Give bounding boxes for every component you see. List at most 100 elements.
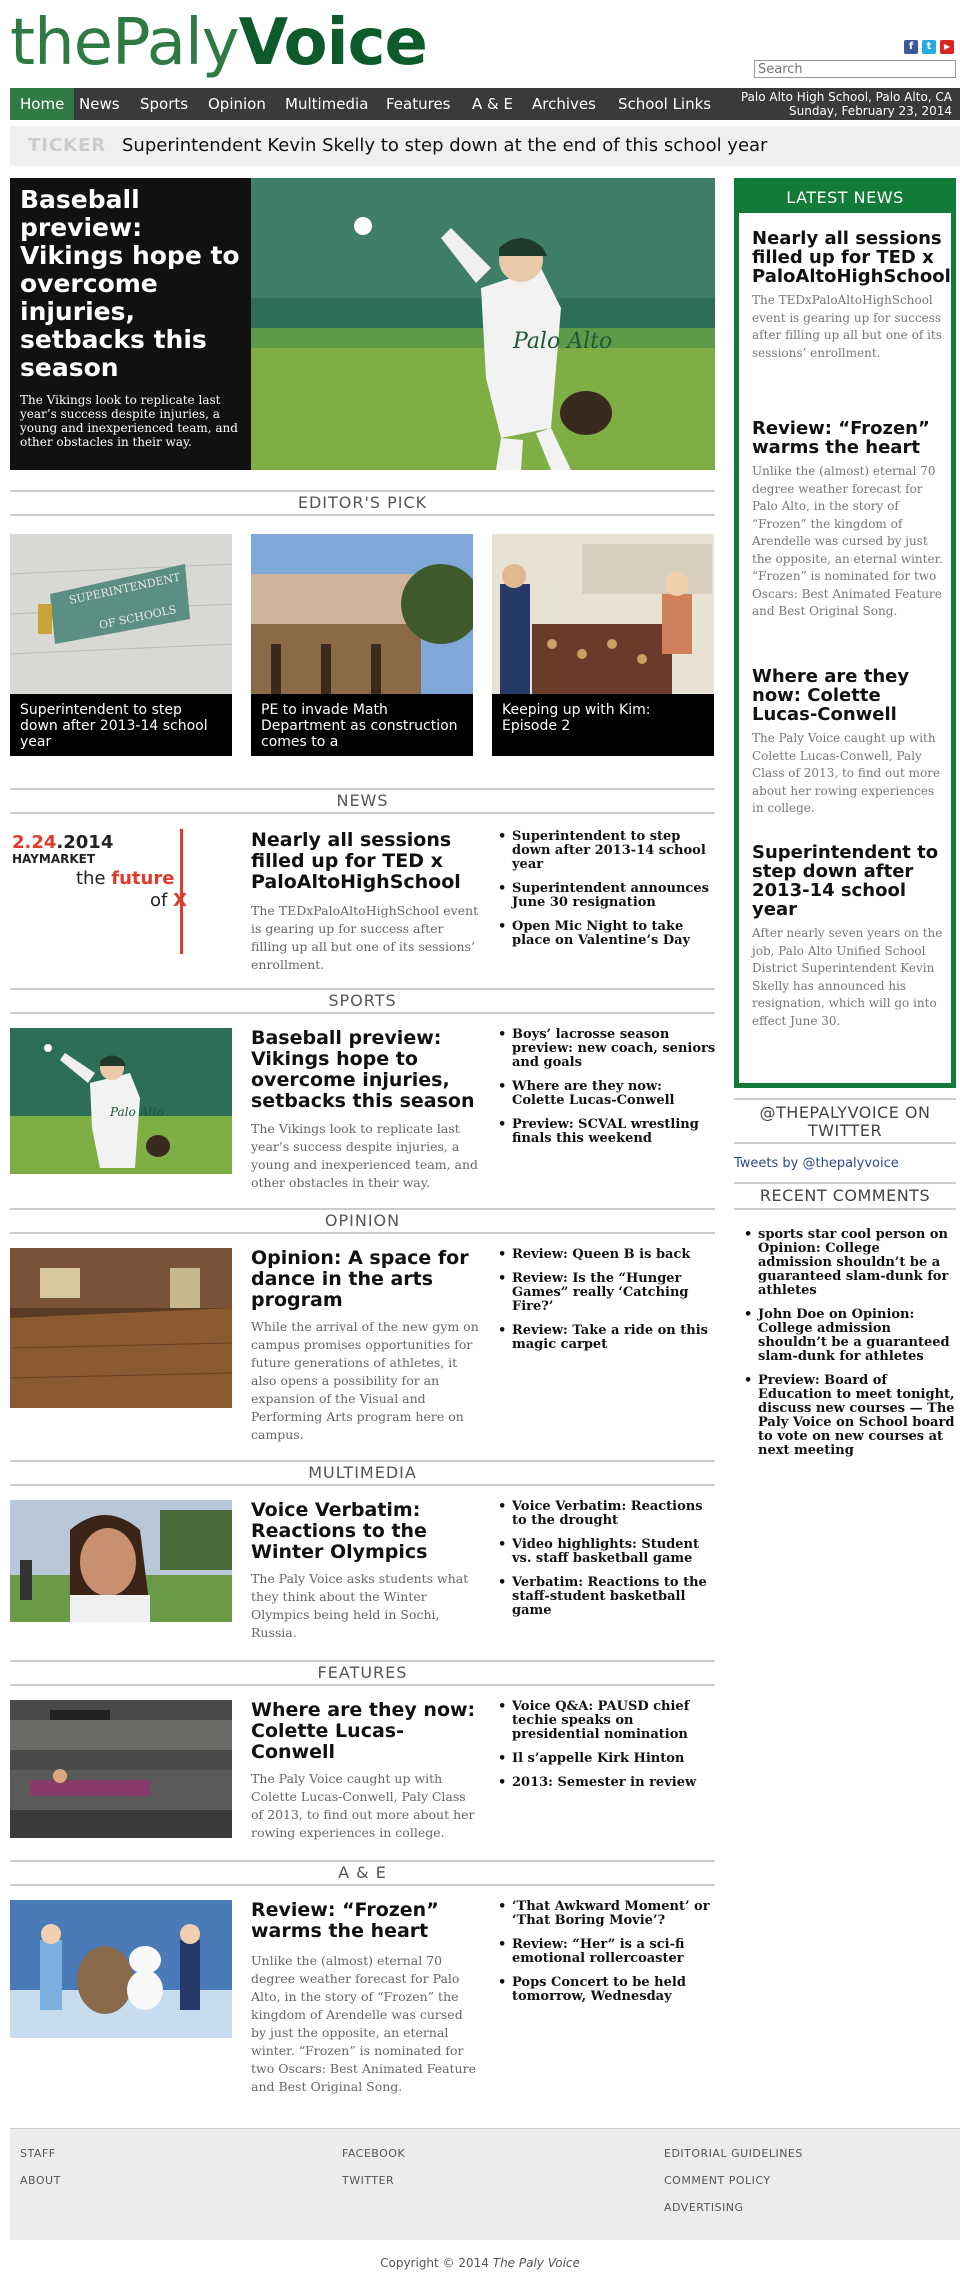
logo-part1: thePaly	[10, 6, 240, 80]
list-item[interactable]: Superintendent to step down after 2013-1…	[498, 830, 717, 872]
twitter-heading: @THEPALYVOICE ON TWITTER	[734, 1098, 956, 1144]
features-thumb-rowing[interactable]	[10, 1700, 232, 1838]
multimedia-title[interactable]: Voice Verbatim: Reactions to the Winter …	[251, 1500, 481, 1563]
latest-item: Nearly all sessions filled up for TED x …	[752, 229, 951, 362]
list-item[interactable]: Superintendent announces June 30 resigna…	[498, 882, 717, 910]
list-item[interactable]: Review: Take a ride on this magic carpet	[498, 1324, 717, 1352]
list-item[interactable]: Video highlights: Student vs. staff bask…	[498, 1538, 717, 1566]
pick-caption[interactable]: PE to invade Math Department as construc…	[251, 694, 473, 756]
footer-link-about[interactable]: ABOUT	[20, 2174, 61, 2187]
svg-text:Palo Alto: Palo Alto	[512, 329, 612, 354]
nav-location: Palo Alto High School, Palo Alto, CA	[740, 90, 952, 104]
sports-thumb-baseball[interactable]: Palo Alto	[10, 1028, 232, 1174]
list-item[interactable]: Pops Concert to be held tomorrow, Wednes…	[498, 1976, 717, 2004]
ted-graphic-venue: HAYMARKET	[12, 852, 96, 866]
footer-link-facebook[interactable]: FACEBOOK	[342, 2147, 405, 2160]
sports-title[interactable]: Baseball preview: Vikings hope to overco…	[251, 1028, 481, 1112]
nav-features[interactable]: Features	[386, 88, 451, 120]
news-title[interactable]: Nearly all sessions filled up for TED x …	[251, 830, 481, 893]
latest-item-desc: The Paly Voice caught up with Colette Lu…	[752, 731, 941, 815]
comment-item[interactable]: sports star cool person on Opinion: Coll…	[744, 1228, 956, 1298]
list-item[interactable]: Verbatim: Reactions to the staff-student…	[498, 1576, 717, 1618]
ae-title[interactable]: Review: “Frozen” warms the heart	[251, 1900, 481, 1942]
sports-heading: SPORTS	[10, 988, 715, 1014]
ae-thumb-frozen[interactable]	[10, 1900, 232, 2038]
list-item[interactable]: 2013: Semester in review	[498, 1776, 717, 1791]
hero-title[interactable]: Baseball preview: Vikings hope to overco…	[20, 186, 245, 382]
nav-info: Palo Alto High School, Palo Alto, CA Sun…	[741, 90, 952, 118]
ticker-label: TICKER	[28, 135, 107, 156]
ticker-headline[interactable]: Superintendent Kevin Skelly to step down…	[122, 135, 767, 156]
footer-link-twitter[interactable]: TWITTER	[342, 2174, 394, 2187]
pick-card-kim[interactable]: Keeping up with Kim: Episode 2	[492, 534, 714, 756]
nav-sports[interactable]: Sports	[140, 88, 188, 120]
multimedia-thumb-student[interactable]	[10, 1500, 232, 1622]
search-input[interactable]	[754, 60, 956, 78]
list-item[interactable]: Review: Queen B is back	[498, 1248, 717, 1263]
comment-item[interactable]: Preview: Board of Education to meet toni…	[744, 1374, 956, 1458]
list-item[interactable]: Voice Verbatim: Reactions to the drought	[498, 1500, 717, 1528]
nav-home[interactable]: Home	[10, 88, 75, 120]
list-item[interactable]: Where are they now: Colette Lucas-Conwel…	[498, 1080, 717, 1108]
latest-news-box: LATEST NEWS Nearly all sessions filled u…	[734, 178, 956, 1088]
footer-link-staff[interactable]: STAFF	[20, 2147, 56, 2160]
nav-multimedia[interactable]: Multimedia	[285, 88, 368, 120]
latest-item-desc: Unlike the (almost) eternal 70 degree we…	[752, 464, 943, 618]
news-thumb-ted[interactable]: 2.24.2014 HAYMARKET the future of X	[10, 826, 232, 964]
main-nav: Home News Sports Opinion Multimedia Feat…	[10, 88, 960, 120]
multimedia-related-list: Voice Verbatim: Reactions to the drought…	[498, 1500, 717, 1628]
features-title[interactable]: Where are they now: Colette Lucas-Conwel…	[251, 1700, 481, 1763]
latest-item: Where are they now: Colette Lucas-Conwel…	[752, 667, 948, 818]
hero-feature[interactable]: Baseball preview: Vikings hope to overco…	[10, 178, 715, 470]
latest-item-title[interactable]: Where are they now: Colette Lucas-Conwel…	[752, 667, 948, 724]
opinion-title[interactable]: Opinion: A space for dance in the arts p…	[251, 1248, 481, 1311]
features-desc: The Paly Voice caught up with Colette Lu…	[251, 1771, 475, 1840]
pick-card-superintendent[interactable]: SUPERINTENDENT OF SCHOOLS Superintendent…	[10, 534, 232, 756]
list-item[interactable]: Review: “Her” is a sci-fi emotional roll…	[498, 1938, 717, 1966]
logo-part2: Voice	[238, 6, 428, 80]
latest-item-title[interactable]: Nearly all sessions filled up for TED x …	[752, 229, 951, 286]
footer-link-editorial-guidelines[interactable]: EDITORIAL GUIDELINES	[664, 2147, 803, 2160]
sports-desc: The Vikings look to replicate last year’…	[251, 1121, 479, 1190]
pick-card-construction[interactable]: PE to invade Math Department as construc…	[251, 534, 473, 756]
sports-related-list: Boys’ lacrosse season preview: new coach…	[498, 1028, 717, 1156]
ticker-bar: TICKER Superintendent Kevin Skelly to st…	[10, 126, 960, 166]
site-logo[interactable]: thePalyVoice	[10, 6, 428, 80]
hero-image-baseball[interactable]: Palo Alto	[251, 178, 715, 470]
youtube-icon[interactable]: ▶	[940, 40, 954, 54]
latest-item-title[interactable]: Superintendent to step down after 2013-1…	[752, 843, 948, 919]
latest-item-desc: After nearly seven years on the job, Pal…	[752, 926, 943, 1028]
nav-news[interactable]: News	[79, 88, 120, 120]
nav-archives[interactable]: Archives	[532, 88, 596, 120]
facebook-icon[interactable]: f	[904, 40, 918, 54]
twitter-timeline-link[interactable]: Tweets by @thepalyvoice	[734, 1156, 899, 1171]
nav-opinion[interactable]: Opinion	[208, 88, 266, 120]
twitter-icon[interactable]: t	[922, 40, 936, 54]
comment-item[interactable]: John Doe on Opinion: College admission s…	[744, 1308, 956, 1364]
footer-link-comment-policy[interactable]: COMMENT POLICY	[664, 2174, 771, 2187]
hero-desc: The Vikings look to replicate last year’…	[20, 393, 238, 449]
list-item[interactable]: Voice Q&A: PAUSD chief techie speaks on …	[498, 1700, 717, 1742]
list-item[interactable]: Open Mic Night to take place on Valentin…	[498, 920, 717, 948]
pick-caption[interactable]: Keeping up with Kim: Episode 2	[492, 694, 714, 756]
nav-ae[interactable]: A & E	[472, 88, 513, 120]
copyright: Copyright © 2014 The Paly Voice	[0, 2256, 960, 2270]
features-related-list: Voice Q&A: PAUSD chief techie speaks on …	[498, 1700, 717, 1800]
opinion-related-list: Review: Queen B is back Review: Is the “…	[498, 1248, 717, 1362]
nav-school-links[interactable]: School Links	[618, 88, 711, 120]
footer-link-advertising[interactable]: ADVERTISING	[664, 2201, 744, 2214]
ted-graphic-date: 2.24.2014	[12, 832, 114, 853]
multimedia-desc: The Paly Voice asks students what they t…	[251, 1571, 469, 1640]
pick-caption[interactable]: Superintendent to step down after 2013-1…	[10, 694, 232, 756]
opinion-thumb-dance[interactable]	[10, 1248, 232, 1408]
list-item[interactable]: Boys’ lacrosse season preview: new coach…	[498, 1028, 717, 1070]
svg-text:Palo Alto: Palo Alto	[109, 1105, 164, 1119]
features-heading: FEATURES	[10, 1660, 715, 1686]
list-item[interactable]: Review: Is the “Hunger Games” really ‘Ca…	[498, 1272, 717, 1314]
latest-item-title[interactable]: Review: “Frozen” warms the heart	[752, 419, 948, 457]
list-item[interactable]: Preview: SCVAL wrestling finals this wee…	[498, 1118, 717, 1146]
list-item[interactable]: ‘That Awkward Moment’ or ‘That Boring Mo…	[498, 1900, 717, 1928]
list-item[interactable]: Il s’appelle Kirk Hinton	[498, 1752, 717, 1767]
news-heading: NEWS	[10, 788, 715, 814]
latest-news-heading: LATEST NEWS	[739, 183, 951, 213]
